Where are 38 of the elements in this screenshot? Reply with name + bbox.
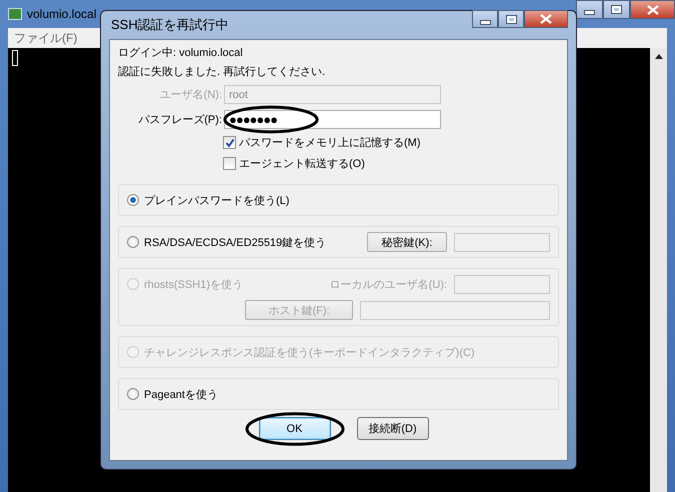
checkbox-label: エージェント転送する(O) [239, 157, 365, 171]
maximize-button[interactable] [498, 10, 524, 28]
radio-button[interactable] [127, 236, 139, 248]
radio-label: プレインパスワードを使う(L) [144, 194, 290, 208]
minimize-button[interactable] [472, 10, 498, 28]
field-label: ローカルのユーザ名(U): [330, 278, 447, 292]
scrollbar[interactable] [650, 48, 667, 492]
window-title: volumio.local [27, 7, 96, 21]
close-icon[interactable] [540, 14, 552, 24]
checkbox-label: パスワードをメモリ上に記憶する(M) [239, 136, 420, 150]
radio-label: rhosts(SSH1)を使う [144, 278, 244, 292]
checkbox[interactable] [223, 136, 236, 149]
input-field[interactable] [454, 274, 550, 294]
radio-button[interactable] [127, 194, 139, 206]
dialog-title: SSH認証を再試行中 [110, 16, 229, 34]
checkbox[interactable] [223, 157, 236, 170]
radio-label: チャレンジレスポンス認証を使う(キーボードインタラクティブ)(C) [144, 346, 475, 360]
dialog-button[interactable]: OK [258, 417, 330, 440]
dialog-button[interactable]: 接続断(D) [356, 417, 428, 440]
scroll-up-icon[interactable] [654, 54, 662, 59]
minimize-button[interactable] [576, 0, 603, 19]
maximize-button[interactable] [603, 0, 630, 19]
close-button[interactable] [524, 10, 568, 28]
input-field[interactable] [360, 300, 550, 320]
menu-item[interactable]: ファイル(F) [14, 30, 78, 46]
key-button[interactable]: 秘密鍵(K): [367, 232, 447, 252]
radio-button[interactable] [127, 388, 139, 400]
login-status-text: ログイン中: volumio.local [118, 46, 244, 61]
error-message: 認証に失敗しました. 再試行してください. [118, 65, 326, 80]
field-label: パスフレーズ(P): [137, 113, 223, 127]
radio-label: Pageantを使う [144, 388, 218, 402]
terminal-app-icon [8, 8, 22, 20]
close-icon[interactable] [646, 4, 658, 14]
input-field[interactable]: ●●●●●●● [224, 110, 441, 129]
input-field[interactable] [454, 232, 550, 252]
close-button[interactable] [630, 0, 675, 19]
radio-label: RSA/DSA/ECDSA/ED25519鍵を使う [144, 236, 326, 250]
field-label: ユーザ名(N): [158, 88, 223, 102]
